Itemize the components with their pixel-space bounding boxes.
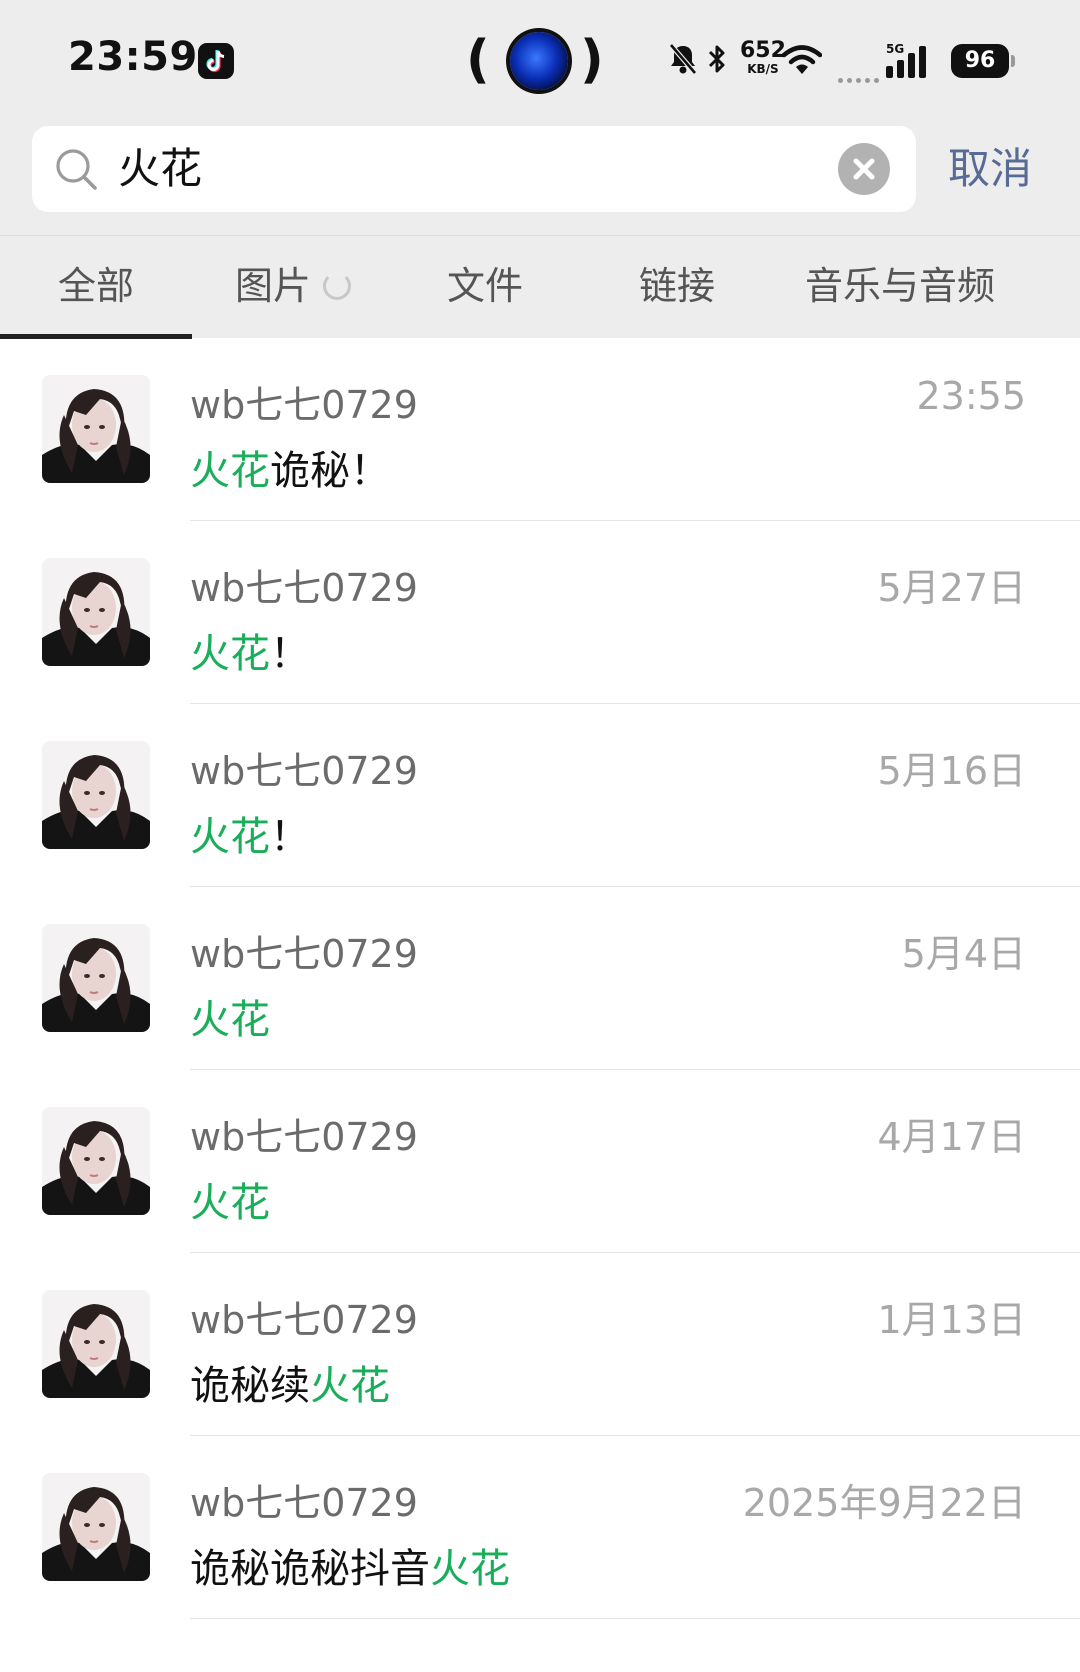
message-date: 4月17日 <box>877 1115 1026 1159</box>
message-date: 23:55 <box>916 374 1026 418</box>
camera-icon <box>510 32 568 90</box>
island-left-paren: ( <box>466 30 490 90</box>
message-snippet: 火花 <box>190 987 270 1045</box>
message-date: 5月4日 <box>901 932 1026 976</box>
snippet-highlight: 火花 <box>430 1546 510 1592</box>
net-speed-value: 652 <box>740 38 786 63</box>
avatar[interactable] <box>42 924 150 1032</box>
tab-label: 图片 <box>234 264 311 308</box>
result-row[interactable]: wb七七0729 1月13日 诡秘续火花 <box>0 1253 1080 1436</box>
sender-name: wb七七0729 <box>190 1115 418 1159</box>
sender-name: wb七七0729 <box>190 932 418 976</box>
dynamic-island: ( ) <box>466 30 604 92</box>
tab-label: 文件 <box>446 264 523 308</box>
search-icon <box>54 147 98 191</box>
message-snippet: 诡秘续火花 <box>190 1353 390 1411</box>
net-speed: 652 KB/S <box>740 38 786 76</box>
result-row[interactable]: wb七七0729 23:55 火花诡秘！ <box>0 338 1080 521</box>
status-bar: 23:59 ( ) 652 KB/S 5G 96 <box>0 0 1080 120</box>
snippet-suffix: ！ <box>270 631 310 677</box>
row-divider <box>190 1618 1080 1619</box>
mute-bell-icon <box>668 42 698 80</box>
message-date: 2025年9月22日 <box>742 1481 1026 1525</box>
avatar[interactable] <box>42 558 150 666</box>
wifi-icon <box>781 44 823 80</box>
message-snippet: 火花 <box>190 1170 270 1228</box>
cell-signal-icon: 5G <box>886 42 946 78</box>
battery-icon: 96 <box>951 44 1009 78</box>
message-snippet: 火花！ <box>190 804 310 862</box>
search-box[interactable] <box>32 126 916 212</box>
avatar[interactable] <box>42 1107 150 1215</box>
tab-all[interactable]: 全部 <box>0 236 192 339</box>
sender-name: wb七七0729 <box>190 383 418 427</box>
loading-spinner-icon <box>323 271 351 300</box>
snippet-suffix: 诡秘！ <box>270 448 390 494</box>
result-row[interactable]: wb七七0729 5月4日 火花 <box>0 887 1080 1070</box>
sender-name: wb七七0729 <box>190 566 418 610</box>
sender-name: wb七七0729 <box>190 1298 418 1342</box>
result-row[interactable]: wb七七0729 5月16日 火花！ <box>0 704 1080 887</box>
search-row: 取消 <box>0 126 1080 212</box>
tiktok-icon <box>198 43 234 79</box>
top-area: 23:59 ( ) 652 KB/S 5G 96 火花 取消 <box>0 0 1080 235</box>
message-snippet: 诡秘诡秘抖音火花 <box>190 1536 510 1594</box>
tab-label: 链接 <box>638 264 715 308</box>
snippet-highlight: 火花 <box>190 448 270 494</box>
snippet-highlight: 火花 <box>190 997 270 1043</box>
message-date: 5月16日 <box>877 749 1026 793</box>
net-speed-unit: KB/S <box>747 62 779 76</box>
search-input[interactable] <box>118 126 798 212</box>
snippet-highlight: 火花 <box>190 631 270 677</box>
tab-links[interactable]: 链接 <box>592 236 762 339</box>
status-time: 23:59 <box>68 34 198 80</box>
battery-tip <box>1011 55 1015 67</box>
message-date: 1月13日 <box>877 1298 1026 1342</box>
avatar[interactable] <box>42 741 150 849</box>
signal-dots-icon <box>838 68 884 83</box>
search-results: wb七七0729 23:55 火花诡秘！ wb七七0729 5月27日 火花！ <box>0 338 1080 1619</box>
message-snippet: 火花！ <box>190 621 310 679</box>
message-snippet: 火花诡秘！ <box>190 438 390 496</box>
snippet-prefix: 诡秘续 <box>190 1363 310 1409</box>
message-date: 5月27日 <box>877 566 1026 610</box>
snippet-suffix: ！ <box>270 814 310 860</box>
sender-name: wb七七0729 <box>190 749 418 793</box>
tab-label: 全部 <box>57 264 134 308</box>
clear-search-button[interactable] <box>838 143 890 195</box>
filter-tabs: 全部 图片 文件 链接 音乐与音频 <box>0 235 1080 339</box>
sender-name: wb七七0729 <box>190 1481 418 1525</box>
avatar[interactable] <box>42 1290 150 1398</box>
tab-files[interactable]: 文件 <box>400 236 570 339</box>
snippet-prefix: 诡秘诡秘抖音 <box>190 1546 430 1592</box>
signal-type: 5G <box>886 42 905 56</box>
island-right-paren: ) <box>580 30 604 90</box>
close-icon <box>853 158 875 180</box>
result-row[interactable]: wb七七0729 4月17日 火花 <box>0 1070 1080 1253</box>
tab-images[interactable]: 图片 <box>208 236 378 339</box>
result-row[interactable]: wb七七0729 5月27日 火花！ <box>0 521 1080 704</box>
cancel-button[interactable]: 取消 <box>948 126 1032 212</box>
snippet-highlight: 火花 <box>310 1363 390 1409</box>
tab-label: 音乐与音频 <box>804 264 995 308</box>
snippet-highlight: 火花 <box>190 1180 270 1226</box>
tab-music-audio[interactable]: 音乐与音频 <box>790 236 1010 339</box>
snippet-highlight: 火花 <box>190 814 270 860</box>
result-row[interactable]: wb七七0729 2025年9月22日 诡秘诡秘抖音火花 <box>0 1436 1080 1619</box>
avatar[interactable] <box>42 1473 150 1581</box>
bluetooth-icon <box>706 42 728 80</box>
status-icons: 652 KB/S 5G 96 <box>668 40 1028 84</box>
avatar[interactable] <box>42 375 150 483</box>
